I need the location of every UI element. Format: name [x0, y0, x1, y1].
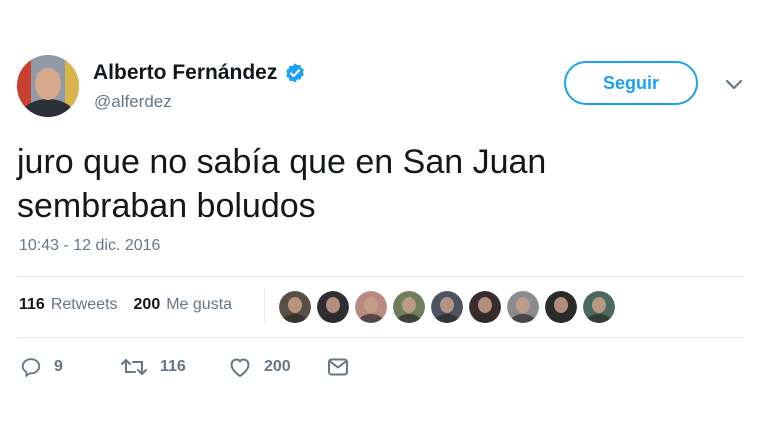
- liker-avatar[interactable]: [279, 291, 311, 323]
- reply-count: 9: [54, 358, 63, 375]
- reply-button[interactable]: 9: [20, 356, 120, 378]
- tweet-timestamp[interactable]: 10:43 - 12 dic. 2016: [19, 237, 160, 255]
- tweet-text: juro que no sabía que en San Juan sembra…: [17, 143, 547, 225]
- author-name[interactable]: Alberto Fernández: [93, 61, 306, 85]
- liker-avatar[interactable]: [583, 291, 615, 323]
- retweet-icon: [121, 359, 147, 375]
- tweet-actions: 9 116 200: [20, 356, 350, 378]
- retweet-count: 116: [160, 358, 186, 375]
- heart-icon: [230, 358, 250, 377]
- liker-avatar[interactable]: [355, 291, 387, 323]
- likes-count[interactable]: 200: [134, 296, 161, 314]
- message-button[interactable]: [326, 356, 350, 378]
- author-name-text[interactable]: Alberto Fernández: [93, 61, 277, 85]
- retweet-button[interactable]: 116: [120, 356, 228, 378]
- like-count: 200: [264, 358, 291, 375]
- liker-avatar[interactable]: [317, 291, 349, 323]
- like-button[interactable]: 200: [228, 356, 326, 378]
- tweet-stats: 116 Retweets 200 Me gusta: [19, 296, 242, 314]
- liker-avatar[interactable]: [469, 291, 501, 323]
- author-avatar[interactable]: [17, 55, 79, 117]
- stats-separator: [264, 288, 265, 322]
- reply-icon: [21, 358, 41, 378]
- follow-button[interactable]: Seguir: [564, 61, 698, 105]
- liker-avatar[interactable]: [545, 291, 577, 323]
- message-icon: [328, 358, 348, 376]
- liker-avatar[interactable]: [431, 291, 463, 323]
- author-handle[interactable]: @alferdez: [94, 92, 172, 112]
- likes-label[interactable]: Me gusta: [166, 296, 232, 314]
- retweets-label[interactable]: Retweets: [51, 296, 118, 314]
- verified-badge-icon: [286, 63, 305, 83]
- liker-avatars: [279, 291, 615, 323]
- liker-avatar[interactable]: [393, 291, 425, 323]
- liker-avatar[interactable]: [507, 291, 539, 323]
- divider-top: [17, 276, 744, 277]
- retweets-count[interactable]: 116: [19, 296, 45, 314]
- chevron-down-icon[interactable]: [724, 78, 744, 92]
- divider-bottom: [17, 337, 744, 338]
